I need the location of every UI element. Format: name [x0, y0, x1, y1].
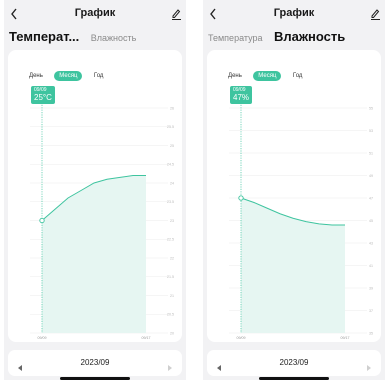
y-tick-label: 23 [170, 219, 174, 223]
x-tick-label: 09/17 [142, 336, 151, 340]
nav-bar: График [203, 4, 385, 24]
y-tick-label: 43 [369, 241, 373, 245]
triangle-right-icon[interactable] [365, 359, 373, 371]
tooltip-value: 47% [233, 93, 250, 102]
y-tick-label: 26 [170, 106, 174, 110]
month-navigator: 2023/09 [207, 350, 381, 376]
x-tick-label: 09/17 [341, 336, 350, 340]
edit-pencil-icon[interactable] [170, 7, 182, 21]
month-navigator: 2023/09 [8, 350, 182, 376]
y-tick-label: 24.5 [167, 163, 174, 167]
y-tick-label: 25.5 [167, 125, 174, 129]
tooltip-value: 25°C [34, 93, 52, 102]
data-point-highlight [39, 217, 45, 224]
chart-card: День Месяц Год 26 25.5 25 24.5 24 23.5 23 22.5 2… [8, 50, 182, 342]
y-tick-label: 23.5 [167, 200, 174, 204]
tab-humidity[interactable]: Влажность [91, 33, 137, 43]
nav-bar: График [4, 4, 186, 24]
series-area [42, 175, 146, 333]
edit-pencil-icon[interactable] [369, 7, 381, 21]
metric-tabs: Температура Влажность [208, 28, 385, 48]
y-tick-label: 53 [369, 129, 373, 133]
metric-tabs: Температ... Влажность [9, 28, 186, 48]
page-title: График [273, 7, 315, 19]
month-label: 2023/09 [279, 358, 309, 367]
y-tick-label: 24 [170, 181, 174, 185]
temperature-screen: График Температ... Влажность День Месяц … [4, 0, 186, 380]
y-tick-label: 41 [369, 264, 373, 268]
y-tick-label: 25 [170, 144, 174, 148]
humidity-screen: График Температура Влажность День Месяц … [203, 0, 385, 380]
y-tick-label: 20 [170, 331, 174, 335]
triangle-right-icon[interactable] [166, 359, 174, 371]
data-point-highlight [238, 195, 244, 201]
y-tick-label: 49 [369, 174, 373, 178]
y-tick-label: 21 [170, 294, 174, 298]
y-tick-label: 55 [369, 106, 373, 110]
tab-humidity[interactable]: Влажность [274, 29, 345, 44]
month-label: 2023/09 [80, 358, 110, 367]
y-tick-label: 51 [369, 151, 373, 155]
y-tick-label: 22.5 [167, 238, 174, 242]
y-tick-label: 22 [170, 256, 174, 260]
y-tick-label: 45 [369, 219, 373, 223]
tab-temperature[interactable]: Температура [208, 33, 263, 43]
y-tick-label: 21.5 [167, 275, 174, 279]
x-tick-label: 09/09 [38, 336, 47, 340]
x-tick-label: 09/09 [237, 336, 246, 340]
value-tooltip: 09/09 25°C [31, 86, 55, 104]
chart-card: День Месяц Год 55 53 51 49 47 45 43 41 39 37 35 09/… [207, 50, 381, 342]
y-tick-label: 37 [369, 309, 373, 313]
y-tick-label: 39 [369, 286, 373, 290]
page-title: График [74, 7, 116, 19]
tab-temperature[interactable]: Температ... [9, 29, 79, 44]
value-tooltip: 09/09 47% [230, 86, 253, 104]
y-tick-label: 20.5 [167, 313, 174, 317]
y-tick-label: 35 [369, 331, 373, 335]
y-tick-label: 47 [369, 196, 373, 200]
